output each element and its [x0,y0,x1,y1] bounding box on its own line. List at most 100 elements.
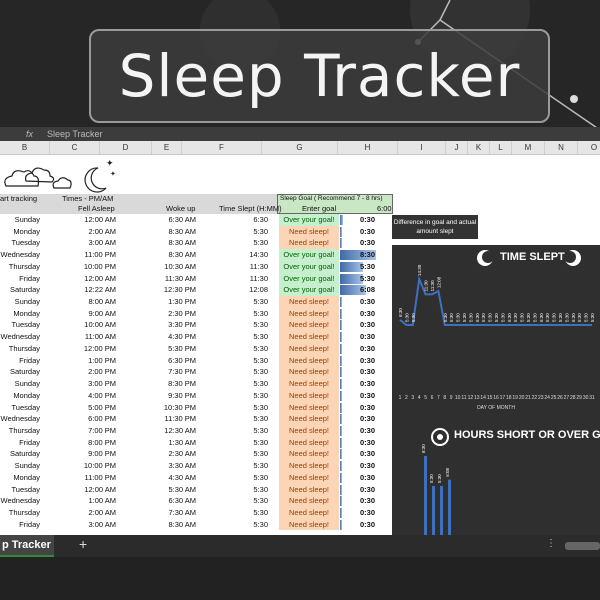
woke-up-cell[interactable]: 1:30 PM [130,296,196,308]
day-cell[interactable]: Sunday [0,460,40,472]
column-header-h[interactable]: H [338,141,398,154]
time-slept-cell[interactable]: 5:30 [200,390,268,402]
time-slept-cell[interactable]: 5:30 [200,366,268,378]
day-cell[interactable]: Sunday [0,378,40,390]
fell-asleep-cell[interactable]: 1:00 AM [52,495,116,507]
day-cell[interactable]: Tuesday [0,484,41,496]
woke-up-cell[interactable]: 4:30 AM [130,472,196,484]
fell-asleep-cell[interactable]: 8:00 AM [52,296,116,308]
add-sheet-button[interactable]: + [79,536,87,552]
table-row[interactable]: Monday 9:00 AM 2:30 PM 5:30 Need sleep! 0:30 [0,307,395,320]
difference-cell[interactable]: 0:30 [349,366,375,378]
table-row[interactable]: Sunday 12:00 AM 6:30 AM 6:30 Over your goal!… [0,214,395,226]
difference-cell[interactable]: 0:30 [349,472,375,484]
status-cell[interactable]: Over your goal! [279,249,339,261]
time-slept-cell[interactable]: 5:30 [200,355,268,367]
column-header-b[interactable]: B [0,141,50,154]
difference-cell[interactable]: 0:30 [349,237,375,249]
fell-asleep-cell[interactable]: 10:00 PM [52,261,116,273]
status-cell[interactable]: Need sleep! [279,331,339,343]
day-cell[interactable]: Friday [0,519,40,531]
table-row[interactable]: Thursday 12:00 PM 5:30 PM 5:30 Need sleep! 0:… [0,342,395,355]
column-header-l[interactable]: L [490,141,512,154]
column-header-i[interactable]: I [398,141,446,154]
day-cell[interactable]: Monday [0,390,40,402]
fell-asleep-cell[interactable]: 11:00 AM [52,331,116,343]
table-row[interactable]: Friday 12:00 AM 11:30 AM 11:30 Over your goa… [0,272,395,285]
more-options-icon[interactable]: ⋮ [546,538,556,549]
woke-up-cell[interactable]: 5:30 PM [130,343,196,355]
woke-up-cell[interactable]: 10:30 AM [130,261,196,273]
difference-cell[interactable]: 0:30 [349,495,375,507]
day-cell[interactable]: Thursday [0,343,40,355]
time-slept-cell[interactable]: 12:08 [200,284,268,296]
woke-up-cell[interactable]: 11:30 PM [130,413,196,425]
day-cell[interactable]: Wednesday [0,331,40,343]
column-header-k[interactable]: K [468,141,490,154]
fell-asleep-cell[interactable]: 7:00 PM [52,425,116,437]
day-cell[interactable]: Monday [0,226,40,238]
column-header-f[interactable]: F [182,141,262,154]
goal-value[interactable]: 6:00 [377,204,392,214]
difference-cell[interactable]: 0:30 [349,402,375,414]
status-cell[interactable]: Need sleep! [279,366,339,379]
time-slept-cell[interactable]: 5:30 [200,425,268,437]
woke-up-cell[interactable]: 8:30 AM [130,237,196,249]
woke-up-cell[interactable]: 8:30 AM [130,519,196,531]
fell-asleep-cell[interactable]: 12:00 PM [52,343,116,355]
time-slept-cell[interactable]: 5:30 [200,296,268,308]
day-cell[interactable]: Tuesday [0,402,41,414]
woke-up-cell[interactable]: 9:30 PM [130,390,196,402]
table-row[interactable]: Wednesday 1:00 AM 6:30 AM 5:30 Need sleep! 0:… [0,495,395,507]
table-row[interactable]: Wednesday 11:00 PM 8:30 AM 14:30 Over your g… [0,249,395,261]
status-cell[interactable]: Need sleep! [279,296,339,308]
fell-asleep-cell[interactable]: 6:00 PM [52,413,116,425]
day-cell[interactable]: Thursday [0,261,40,273]
day-cell[interactable]: Friday [0,355,40,367]
difference-cell[interactable]: 0:30 [349,390,375,402]
day-cell[interactable]: Wednesday [0,413,40,425]
fell-asleep-cell[interactable]: 2:00 AM [52,507,116,519]
time-slept-cell[interactable]: 5:30 [200,343,268,355]
table-row[interactable]: Monday 2:00 AM 8:30 AM 5:30 Need sleep! 0:30 [0,225,395,238]
woke-up-cell[interactable]: 3:30 AM [130,460,196,472]
woke-up-cell[interactable]: 7:30 AM [130,507,196,519]
table-row[interactable]: Wednesday 11:00 AM 4:30 PM 5:30 Need sleep! 0… [0,331,395,343]
time-slept-cell[interactable]: 5:30 [200,495,268,507]
table-row[interactable]: Wednesday 6:00 PM 11:30 PM 5:30 Need sleep! 0… [0,413,395,425]
horizontal-scrollbar[interactable] [565,542,600,550]
woke-up-cell[interactable]: 5:30 AM [130,484,196,496]
woke-up-cell[interactable]: 2:30 AM [130,448,196,460]
status-cell[interactable]: Over your goal! [279,260,339,273]
time-slept-cell[interactable]: 5:30 [200,226,268,238]
column-header-m[interactable]: M [512,141,545,154]
status-cell[interactable]: Need sleep! [279,401,339,414]
fell-asleep-cell[interactable]: 9:00 PM [52,448,116,460]
status-cell[interactable]: Need sleep! [279,225,339,238]
time-slept-cell[interactable]: 5:30 [200,319,268,331]
day-cell[interactable]: Wednesday [0,249,40,261]
table-row[interactable]: Sunday 10:00 PM 3:30 AM 5:30 Need sleep! 0:30 [0,460,395,472]
woke-up-cell[interactable]: 6:30 PM [130,355,196,367]
difference-cell[interactable]: 0:30 [349,296,375,308]
day-cell[interactable]: Monday [0,472,40,484]
woke-up-cell[interactable]: 12:30 AM [130,425,196,437]
table-row[interactable]: Saturday 9:00 PM 2:30 AM 5:30 Need sleep! 0:3… [0,448,395,461]
table-row[interactable]: Saturday 2:00 PM 7:30 PM 5:30 Need sleep! 0:3… [0,366,395,379]
fell-asleep-cell[interactable]: 2:00 PM [52,366,116,378]
time-slept-cell[interactable]: 5:30 [200,308,268,320]
table-row[interactable]: Friday 8:00 PM 1:30 AM 5:30 Need sleep! 0:30 [0,436,395,449]
day-cell[interactable]: Saturday [0,284,40,296]
difference-cell[interactable]: 0:30 [349,319,375,331]
woke-up-cell[interactable]: 4:30 PM [130,331,196,343]
column-header-j[interactable]: J [446,141,468,154]
status-cell[interactable]: Need sleep! [279,460,339,472]
woke-up-cell[interactable]: 3:30 PM [130,319,196,331]
time-slept-cell[interactable]: 5:30 [200,437,268,449]
table-row[interactable]: Monday 11:00 PM 4:30 AM 5:30 Need sleep! 0:30 [0,471,395,484]
time-slept-cell[interactable]: 14:30 [200,249,268,261]
table-row[interactable]: Tuesday 5:00 PM 10:30 PM 5:30 Need sleep! 0:3… [0,401,395,414]
status-cell[interactable]: Need sleep! [279,354,339,367]
formula-bar[interactable]: fx Sleep Tracker [0,127,600,141]
status-cell[interactable]: Need sleep! [279,342,339,355]
